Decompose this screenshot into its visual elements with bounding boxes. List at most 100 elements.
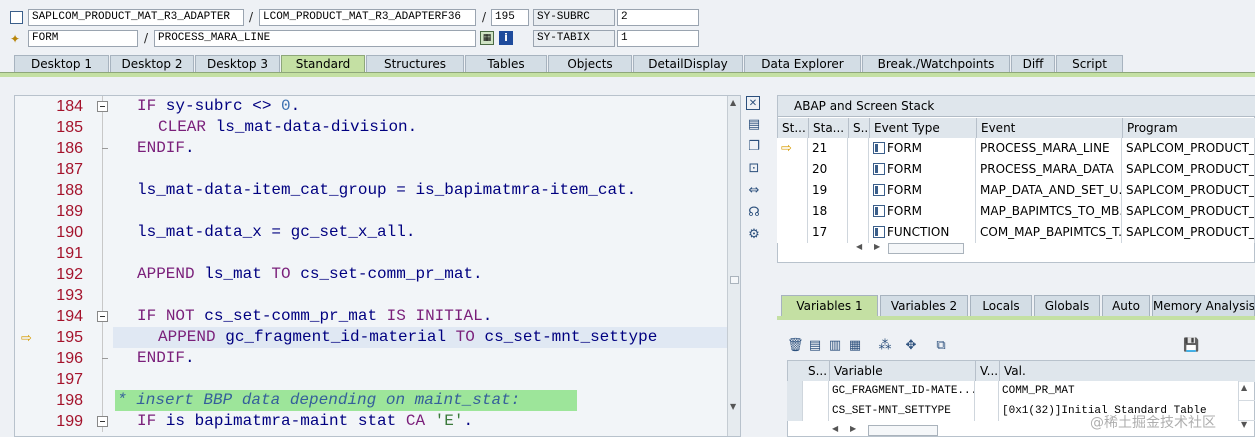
event-type-field[interactable]: FORM: [28, 30, 138, 47]
var-tab-memory-analysis[interactable]: Memory Analysis: [1152, 295, 1255, 316]
code-line[interactable]: 190 ls_mat-data_x = gc_set_x_all.: [15, 222, 727, 243]
info-icon[interactable]: i: [499, 31, 513, 45]
var-tab-globals[interactable]: Globals: [1034, 295, 1100, 316]
move-icon[interactable]: ✥: [903, 338, 919, 354]
tab-detaildisplay[interactable]: DetailDisplay: [633, 55, 743, 72]
var-scroll-down-icon[interactable]: ▼: [1241, 420, 1247, 429]
var-hscroll-thumb[interactable]: [868, 425, 938, 436]
code-line[interactable]: 189: [15, 201, 727, 222]
stack-row[interactable]: 19 FORM MAP_DATA_AND_SET_U... SAPLCOM_PRODU…: [777, 180, 1255, 201]
maximize-icon[interactable]: ⊡: [746, 161, 762, 177]
calculator-icon[interactable]: ▦: [480, 31, 494, 45]
level-cell: 18: [808, 201, 848, 222]
col-var-s[interactable]: S...: [804, 361, 830, 382]
include-field[interactable]: LCOM_PRODUCT_MAT_R3_ADAPTERF36: [259, 9, 476, 26]
col-value[interactable]: Val.: [1000, 361, 1255, 382]
s-cell: [848, 138, 869, 159]
col-event[interactable]: Event: [977, 118, 1123, 139]
var-tab-variables-1[interactable]: Variables 1: [781, 295, 878, 316]
code-line[interactable]: 197: [15, 369, 727, 390]
code-line[interactable]: 196 ENDIF.: [15, 348, 727, 369]
code-text: APPEND ls_mat TO cs_set-comm_pr_mat.: [137, 265, 483, 283]
code-line[interactable]: 192 APPEND ls_mat TO cs_set-comm_pr_mat.: [15, 264, 727, 285]
tab-script[interactable]: Script: [1056, 55, 1123, 72]
stack-row[interactable]: 17 FUNCTION COM_MAP_BAPIMTCS_T... SAPLCOM_P…: [777, 222, 1255, 243]
delete-icon[interactable]: 🗑: [787, 338, 804, 354]
row-selector[interactable]: [787, 381, 803, 401]
tab-objects[interactable]: Objects: [548, 55, 632, 72]
var-tab-locals[interactable]: Locals: [970, 295, 1032, 316]
scroll-right-icon[interactable]: ▶: [874, 242, 880, 251]
tab-desktop-3[interactable]: Desktop 3: [195, 55, 280, 72]
tab-desktop-1[interactable]: Desktop 1: [14, 55, 109, 72]
col-s[interactable]: S...: [849, 118, 870, 139]
tab-desktop-2[interactable]: Desktop 2: [110, 55, 194, 72]
tab-data-explorer[interactable]: Data Explorer: [744, 55, 861, 72]
scroll-thumb[interactable]: [730, 276, 739, 284]
code-line[interactable]: 187: [15, 159, 727, 180]
fold-toggle-icon[interactable]: [97, 101, 108, 112]
scroll-down-icon[interactable]: ▼: [730, 402, 736, 411]
var-tab-auto[interactable]: Auto: [1102, 295, 1150, 316]
var-tab-variables-2[interactable]: Variables 2: [880, 295, 968, 316]
new-window-icon[interactable]: ▤: [746, 117, 762, 133]
col-program[interactable]: Program: [1123, 118, 1255, 139]
code-vertical-scrollbar[interactable]: ▲ ▼: [727, 96, 740, 436]
sy-subrc-value[interactable]: 2: [617, 9, 699, 26]
col-event-type[interactable]: Event Type: [870, 118, 977, 139]
stack-row[interactable]: 20 FORM PROCESS_MARA_DATA SAPLCOM_PRODUCT_M: [777, 159, 1255, 180]
row-selector[interactable]: [787, 401, 803, 421]
scroll-left-icon[interactable]: ◀: [856, 242, 862, 251]
copy-icon[interactable]: ❐: [746, 139, 762, 155]
program-cell: SAPLCOM_PRODUCT_M: [1122, 222, 1255, 243]
stack-row[interactable]: 18 FORM MAP_BAPIMTCS_TO_MB... SAPLCOM_PRODU…: [777, 201, 1255, 222]
event-name-field[interactable]: PROCESS_MARA_LINE: [154, 30, 476, 47]
save-icon[interactable]: 💾: [1183, 338, 1199, 354]
sy-tabix-value[interactable]: 1: [617, 30, 699, 47]
save-variables-icon[interactable]: ▤: [807, 338, 823, 354]
fold-toggle-icon[interactable]: [97, 311, 108, 322]
variable-row[interactable]: GC_FRAGMENT_ID-MATE... COMM_PR_MAT: [787, 381, 1255, 401]
code-editor[interactable]: 184 IF sy-subrc <> 0. 185 CLEAR ls_mat-data…: [14, 95, 741, 437]
tab-diff[interactable]: Diff: [1011, 55, 1055, 72]
code-line[interactable]: 195 APPEND gc_fragment_id-material TO cs_…: [15, 327, 727, 348]
var-scroll-left-icon[interactable]: ◀: [832, 424, 838, 433]
col-variable[interactable]: Variable: [830, 361, 976, 382]
var-hscroll[interactable]: ◀ ▶: [832, 424, 942, 437]
window-icon[interactable]: ⧉: [933, 338, 949, 354]
tab-structures[interactable]: Structures: [366, 55, 464, 72]
headset-icon[interactable]: ☊: [746, 205, 762, 221]
code-line[interactable]: 194 IF NOT cs_set-comm_pr_mat IS INITIAL.: [15, 306, 727, 327]
stack-row[interactable]: 21 FORM PROCESS_MARA_LINE SAPLCOM_PRODUCT_M: [777, 138, 1255, 159]
code-line[interactable]: 188 ls_mat-data-item_cat_group = is_bapim…: [15, 180, 727, 201]
fold-guide: [102, 390, 103, 411]
hierarchy-icon[interactable]: ⁂: [877, 338, 893, 354]
resize-icon[interactable]: ⇔: [746, 183, 762, 199]
col-sta[interactable]: Sta...: [809, 118, 849, 139]
fold-toggle-icon[interactable]: [97, 416, 108, 427]
col-v[interactable]: V...: [976, 361, 1000, 382]
tab-break-watchpoints[interactable]: Break./Watchpoints: [862, 55, 1010, 72]
line-field[interactable]: 195: [491, 9, 529, 26]
tab-standard[interactable]: Standard: [281, 55, 365, 72]
code-line[interactable]: 186 ENDIF.: [15, 138, 727, 159]
code-line[interactable]: 199 IF is bapimatmra-maint stat CA 'E'.: [15, 411, 727, 432]
event-cell: PROCESS_MARA_LINE: [976, 138, 1122, 159]
hscroll-thumb[interactable]: [888, 243, 964, 254]
tab-tables[interactable]: Tables: [465, 55, 547, 72]
stack-hscroll[interactable]: ◀ ▶: [850, 242, 978, 256]
code-line[interactable]: 185 CLEAR ls_mat-data-division.: [15, 117, 727, 138]
load-variables-icon[interactable]: ▥: [827, 338, 843, 354]
settings-icon[interactable]: ⚙: [746, 227, 762, 243]
export-icon[interactable]: ▦: [847, 338, 863, 354]
col-st[interactable]: St...: [778, 118, 809, 139]
scroll-up-icon[interactable]: ▲: [730, 98, 736, 107]
close-icon[interactable]: ✕: [746, 96, 760, 110]
var-scroll-up-icon[interactable]: ▲: [1241, 383, 1247, 392]
code-line[interactable]: 184 IF sy-subrc <> 0.: [15, 96, 727, 117]
program-field[interactable]: SAPLCOM_PRODUCT_MAT_R3_ADAPTER: [28, 9, 244, 26]
code-line[interactable]: 193: [15, 285, 727, 306]
code-line[interactable]: 191: [15, 243, 727, 264]
code-line[interactable]: 198 * insert BBP data depending on maint_…: [15, 390, 727, 411]
var-scroll-right-icon[interactable]: ▶: [850, 424, 856, 433]
